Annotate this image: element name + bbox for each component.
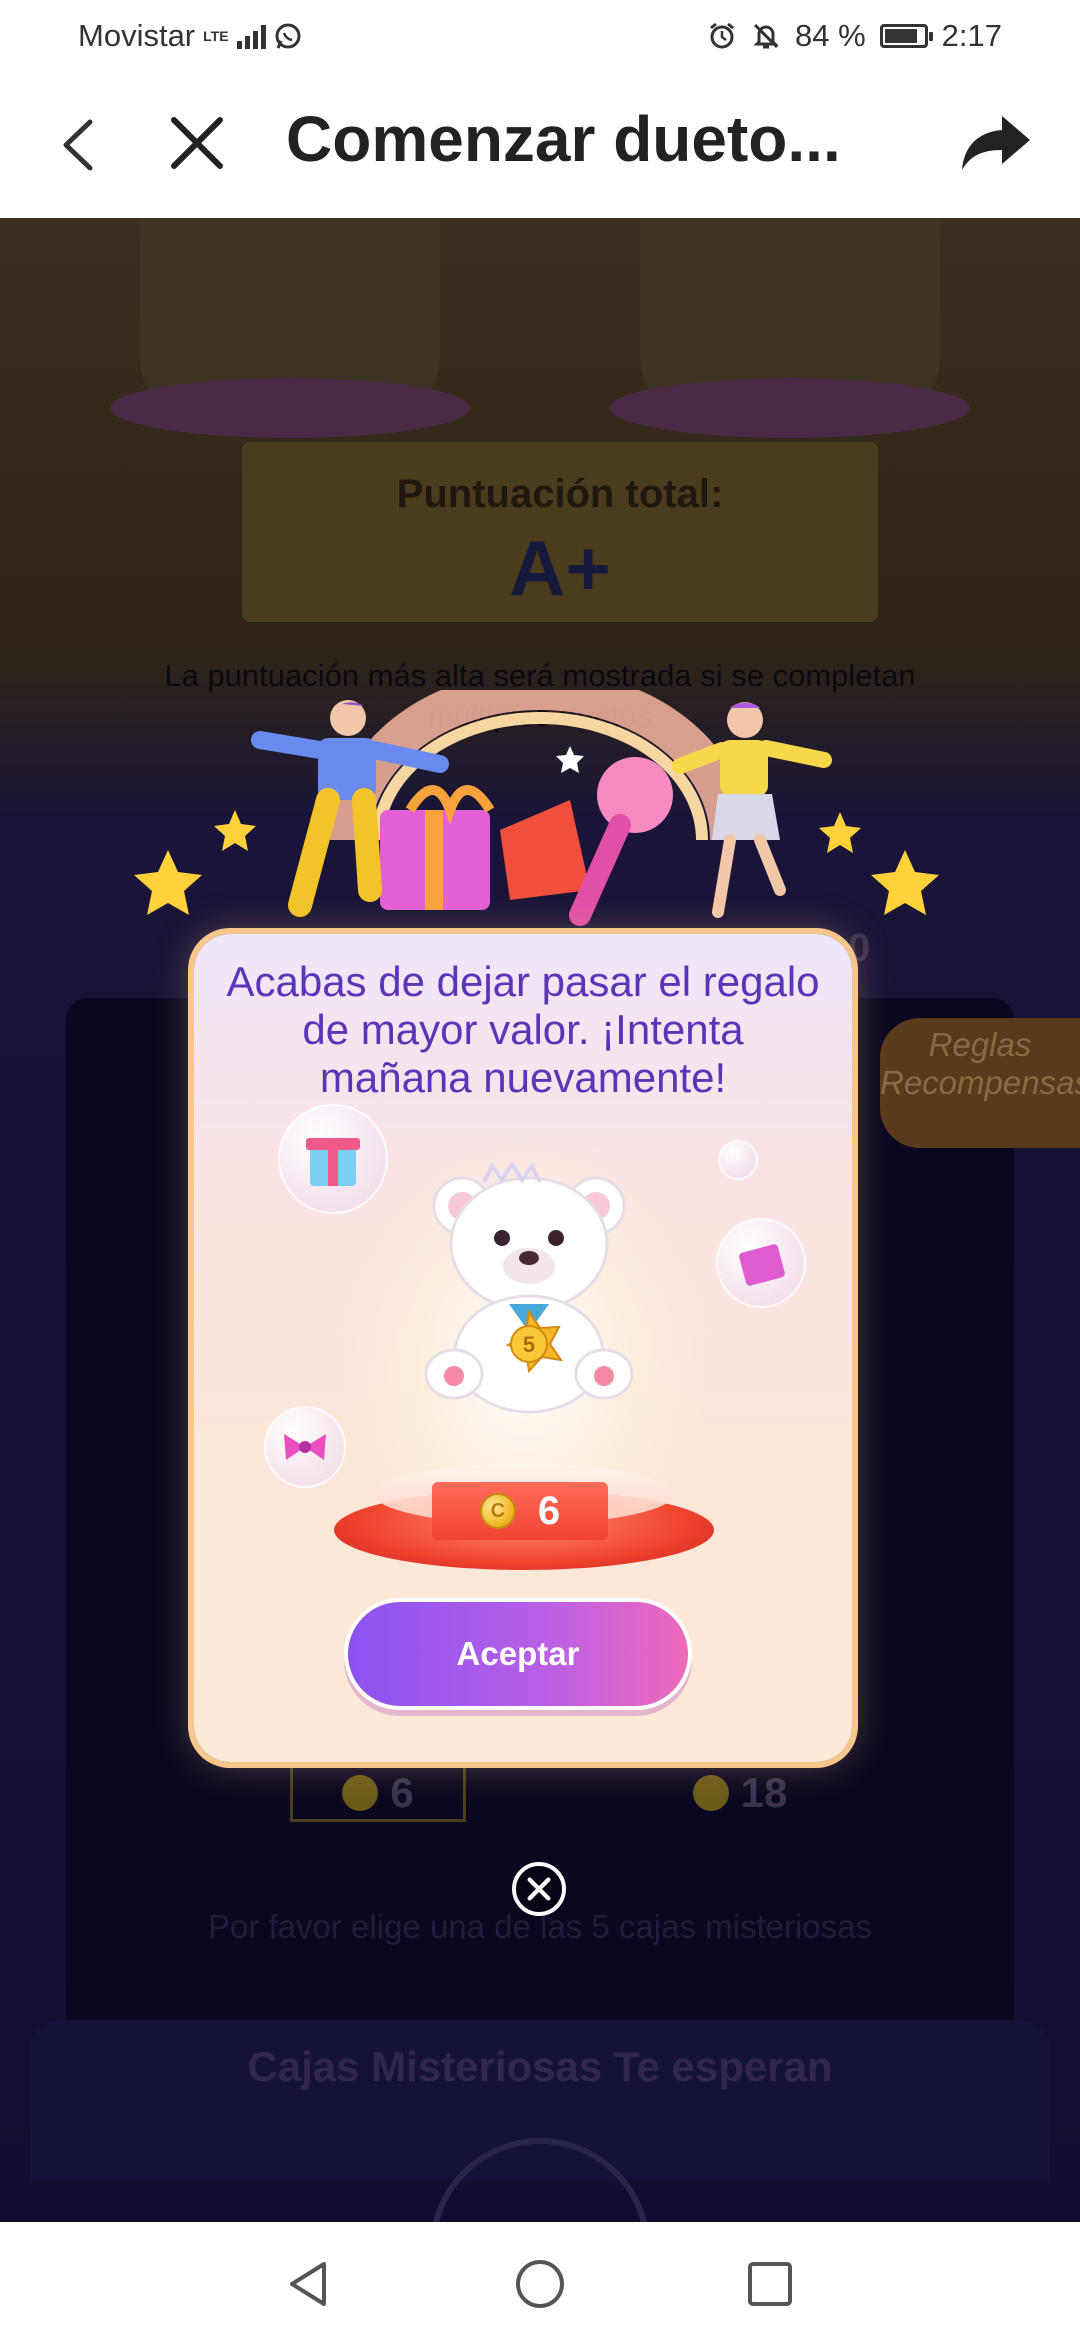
coin-icon — [479, 1493, 516, 1529]
nav-home-icon[interactable] — [512, 2256, 568, 2312]
whatsapp-icon — [275, 23, 301, 49]
share-icon[interactable] — [958, 108, 1034, 178]
close-icon[interactable] — [162, 108, 232, 178]
system-nav-bar — [0, 2222, 1080, 2340]
coin-icon — [342, 1775, 379, 1811]
battery-icon — [879, 24, 933, 48]
prize-price: 6 — [537, 1488, 561, 1533]
nav-back-icon[interactable] — [280, 2256, 336, 2312]
right-avatar-frame — [610, 218, 970, 438]
missed-gift-message: Acabas de dejar pasar el regalo de mayor… — [226, 958, 820, 1101]
coin-icon — [692, 1775, 729, 1811]
score-label: Puntuación total: — [396, 472, 724, 516]
prize-price-tag: 6 — [432, 1482, 608, 1540]
signal-icon — [236, 23, 266, 49]
right-price: 18 — [680, 1764, 800, 1822]
nav-recents-icon[interactable] — [742, 2256, 798, 2312]
clock: 2:17 — [941, 18, 1002, 53]
score-grade: A+ — [509, 524, 611, 612]
small-bubble-icon — [718, 1140, 758, 1180]
alarm-icon — [710, 22, 734, 49]
status-bar: Movistar LTE 84 % 2:17 — [0, 0, 1080, 72]
right-price-value: 18 — [740, 1769, 788, 1816]
bow-bubble-icon — [264, 1406, 346, 1488]
gift-bubble-icon — [716, 1218, 806, 1308]
battery-percent: 84 % — [794, 18, 866, 53]
left-price-value: 6 — [390, 1769, 414, 1816]
gift-bubble-icon — [278, 1104, 388, 1214]
back-arrow-icon[interactable] — [50, 110, 110, 180]
close-dialog-icon[interactable] — [512, 1862, 566, 1916]
medal-badge-label: 5 — [523, 1332, 535, 1357]
carrier-label: Movistar — [78, 18, 196, 53]
teddy-bear-prize-icon: 5 — [424, 1160, 634, 1414]
dancers-gift-decoration — [134, 690, 939, 926]
result-dialog: Acabas de dejar pasar el regalo de mayor… — [194, 934, 852, 1762]
network-type: LTE — [203, 27, 229, 44]
left-price: 6 — [290, 1764, 466, 1822]
score-box: Puntuación total: A+ — [242, 442, 878, 622]
page-title: Comenzar dueto... — [286, 103, 841, 175]
left-avatar-frame — [110, 218, 470, 438]
rules-rewards-button[interactable]: Reglas Recompensas — [880, 1018, 1080, 1148]
accept-button[interactable]: Aceptar — [344, 1598, 692, 1710]
notifications-off-icon — [753, 23, 779, 49]
app-bar: Comenzar dueto... — [0, 72, 1080, 218]
